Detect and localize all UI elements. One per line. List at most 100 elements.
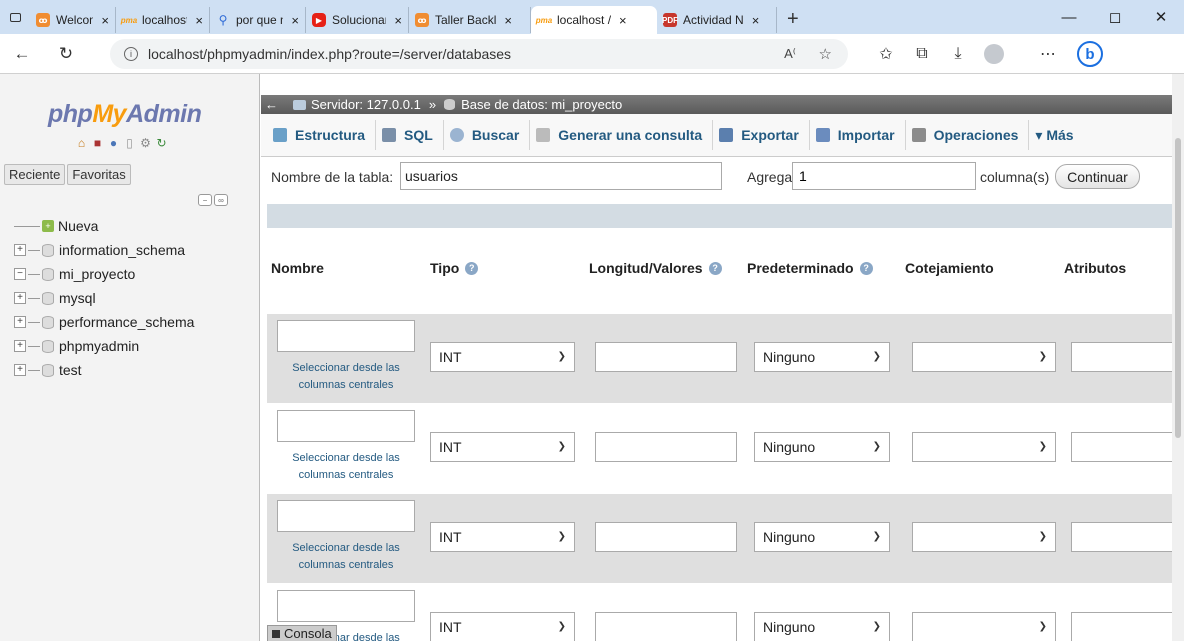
attributes-select[interactable] (1071, 432, 1181, 462)
url-text[interactable]: localhost/phpmyadmin/index.php?route=/se… (148, 46, 511, 62)
tab-mas[interactable]: ▾ Más (1029, 120, 1083, 150)
close-icon[interactable]: × (394, 13, 402, 28)
collation-select[interactable]: ❯ (912, 342, 1056, 372)
type-select[interactable]: INT ❯ (430, 432, 575, 462)
browser-tab-4[interactable]: ▶ Solucionan × (306, 7, 409, 33)
tab-sql[interactable]: SQL (376, 120, 444, 150)
logout-icon[interactable]: ■ (91, 136, 104, 150)
help-icon[interactable]: ? (708, 261, 722, 275)
read-aloud-icon[interactable]: A⁽ (784, 46, 796, 62)
default-select[interactable]: Ninguno ❯ (754, 432, 890, 462)
collapse-icon[interactable]: − (14, 268, 26, 280)
help-icon[interactable]: ? (465, 261, 479, 275)
column-name-input[interactable] (277, 410, 415, 442)
tab-operaciones[interactable]: Operaciones (906, 120, 1030, 150)
type-select[interactable]: INT ❯ (430, 612, 575, 641)
column-name-input[interactable] (277, 320, 415, 352)
length-input[interactable] (595, 522, 737, 552)
collation-select[interactable]: ❯ (912, 432, 1056, 462)
attributes-select[interactable] (1071, 612, 1181, 641)
bing-icon[interactable]: b (1072, 41, 1108, 67)
minimize-icon[interactable]: — (1046, 0, 1092, 34)
browser-tab-7[interactable]: PDF Actividad N × (657, 7, 777, 33)
console-tab[interactable]: Consola (267, 625, 337, 641)
tab-importar[interactable]: Importar (810, 120, 906, 150)
tree-item-label[interactable]: mysql (59, 290, 96, 306)
central-columns-link[interactable]: Seleccionar desde las columnas centrales (277, 360, 415, 394)
browser-tab-5[interactable]: ꝏ Taller Backl × (409, 7, 531, 33)
default-select[interactable]: Ninguno ❯ (754, 342, 890, 372)
table-name-input[interactable] (400, 162, 722, 190)
tree-item-label[interactable]: phpmyadmin (59, 338, 139, 354)
tree-item-test[interactable]: + test (14, 358, 194, 382)
default-select[interactable]: Ninguno ❯ (754, 612, 890, 641)
page-scrollbar[interactable] (1172, 74, 1184, 641)
sql-docs-icon[interactable]: ▯ (123, 136, 136, 150)
tab-generar-consulta[interactable]: Generar una consulta (530, 120, 714, 150)
tree-item-label[interactable]: Nueva (58, 218, 98, 234)
type-select[interactable]: INT ❯ (430, 522, 575, 552)
settings-gear-icon[interactable]: ⚙ (139, 136, 152, 150)
close-icon[interactable]: × (619, 13, 627, 28)
tab-buscar[interactable]: Buscar (444, 120, 531, 150)
maximize-icon[interactable]: ◻ (1092, 0, 1138, 34)
expand-icon[interactable]: + (14, 292, 26, 304)
expand-icon[interactable]: + (14, 316, 26, 328)
collation-select[interactable]: ❯ (912, 612, 1056, 641)
home-icon[interactable]: ⌂ (75, 136, 88, 150)
length-input[interactable] (595, 342, 737, 372)
tree-item-label[interactable]: information_schema (59, 242, 185, 258)
tree-item-mysql[interactable]: + mysql (14, 286, 194, 310)
tree-item-label[interactable]: mi_proyecto (59, 266, 135, 282)
browser-tab-6-active[interactable]: pma localhost / × (531, 6, 657, 34)
url-box[interactable]: i localhost/phpmyadmin/index.php?route=/… (110, 39, 848, 69)
expand-icon[interactable]: + (14, 340, 26, 352)
length-input[interactable] (595, 612, 737, 641)
phpmyadmin-logo[interactable]: phpMyAdmin (48, 100, 202, 129)
collation-select[interactable]: ❯ (912, 522, 1056, 552)
close-icon[interactable]: × (195, 13, 203, 28)
profile-avatar[interactable] (976, 44, 1012, 64)
more-icon[interactable]: ⋯ (1030, 44, 1066, 64)
type-select[interactable]: INT ❯ (430, 342, 575, 372)
tree-item-phpmyadmin[interactable]: + phpmyadmin (14, 334, 194, 358)
tab-exportar[interactable]: Exportar (713, 120, 810, 150)
breadcrumb-server[interactable]: Servidor: 127.0.0.1 (311, 97, 421, 112)
close-icon[interactable]: × (752, 13, 760, 28)
tree-item-information-schema[interactable]: + information_schema (14, 238, 194, 262)
info-icon[interactable]: i (124, 47, 138, 61)
continue-button[interactable]: Continuar (1055, 164, 1140, 189)
tree-item-label[interactable]: performance_schema (59, 314, 194, 330)
new-tab-button[interactable]: + (777, 8, 809, 31)
expand-icon[interactable]: + (14, 244, 26, 256)
attributes-select[interactable] (1071, 342, 1181, 372)
favorites-icon[interactable]: ✩ (868, 44, 904, 64)
favorites-button[interactable]: Favoritas (67, 164, 131, 185)
browser-tab-1[interactable]: ꝏ Welcome t × (30, 7, 116, 33)
back-arrow-icon[interactable]: ← (265, 97, 279, 112)
close-window-icon[interactable]: ✕ (1138, 0, 1184, 34)
reload-icon[interactable]: ↻ (155, 136, 168, 150)
close-icon[interactable]: × (101, 13, 109, 28)
downloads-icon[interactable]: ⤓ (940, 45, 976, 63)
tree-item-mi-proyecto[interactable]: − mi_proyecto (14, 262, 194, 286)
refresh-icon[interactable]: ↻ (50, 38, 82, 70)
docs-icon[interactable]: ● (107, 136, 120, 150)
tree-item-performance-schema[interactable]: + performance_schema (14, 310, 194, 334)
collapse-all-icon[interactable]: − (198, 194, 212, 206)
add-favorite-icon[interactable]: ☆ (819, 45, 832, 63)
column-name-input[interactable] (277, 500, 415, 532)
column-name-input[interactable] (277, 590, 415, 622)
add-columns-input[interactable] (792, 162, 976, 190)
browser-tab-3[interactable]: ⚲ por que m × (210, 7, 306, 33)
tab-actions-icon[interactable] (0, 0, 30, 34)
scrollbar-thumb[interactable] (1175, 138, 1181, 438)
close-icon[interactable]: × (291, 13, 299, 28)
browser-tab-2[interactable]: pma localhost / × (116, 7, 210, 33)
back-arrow-icon[interactable]: ← (6, 38, 38, 70)
expand-icon[interactable]: + (14, 364, 26, 376)
breadcrumb-database[interactable]: Base de datos: mi_proyecto (461, 97, 622, 112)
central-columns-link[interactable]: Seleccionar desde las columnas centrales (277, 540, 415, 574)
link-icon[interactable]: ∞ (214, 194, 228, 206)
tree-item-new[interactable]: + Nueva (14, 214, 194, 238)
